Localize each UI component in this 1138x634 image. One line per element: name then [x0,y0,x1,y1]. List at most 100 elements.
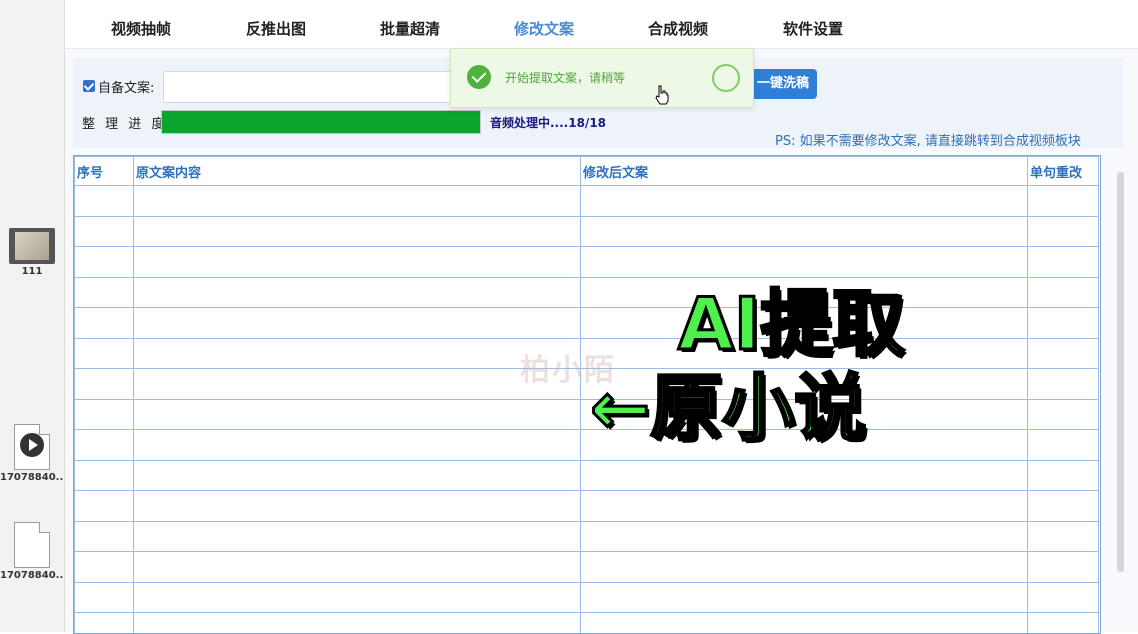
tab-compose-video[interactable]: 合成视频 [648,18,708,39]
table-cell[interactable] [75,582,134,613]
table-row[interactable] [75,521,1099,552]
table-cell[interactable] [581,186,1028,217]
own-copy-checkbox[interactable] [83,80,95,92]
table-cell[interactable] [1028,186,1099,217]
table-cell[interactable] [581,521,1028,552]
table-cell[interactable] [134,247,581,278]
table-cell[interactable] [581,552,1028,583]
progress-bar [161,110,481,134]
table-row[interactable] [75,277,1099,308]
table-cell[interactable] [581,460,1028,491]
desktop-item-media[interactable]: 17078840... [0,424,64,483]
table-cell[interactable] [581,613,1028,634]
table-cell[interactable] [134,491,581,522]
table-cell[interactable] [134,308,581,339]
table-row[interactable] [75,186,1099,217]
table-cell[interactable] [1028,491,1099,522]
table-row[interactable] [75,216,1099,247]
desktop-item-document[interactable]: 17078840... [0,522,64,581]
table-row[interactable] [75,552,1099,583]
desktop-item-label: 111 [0,266,64,277]
desktop-item-video[interactable]: 111 [0,228,64,277]
table-header-row: 序号 原文案内容 修改后文案 单句重改 [75,157,1099,186]
table-cell[interactable] [134,399,581,430]
table-cell[interactable] [75,277,134,308]
desktop-item-label: 17078840... [0,570,64,581]
table-row[interactable] [75,582,1099,613]
loading-spinner-icon [712,64,740,92]
tab-edit-copy[interactable]: 修改文案 [514,18,574,39]
table-cell[interactable] [134,582,581,613]
table-cell[interactable] [75,460,134,491]
table-cell[interactable] [75,521,134,552]
column-header-modified[interactable]: 修改后文案 [581,157,1028,186]
ps-note: PS: 如果不需要修改文案, 请直接跳转到合成视频板块 [775,130,1081,149]
table-cell[interactable] [134,613,581,634]
desktop-strip: 111 17078840... 17078840... [0,0,65,632]
column-header-index[interactable]: 序号 [75,157,134,186]
table-cell[interactable] [134,277,581,308]
table-cell[interactable] [581,582,1028,613]
media-file-icon [14,424,50,470]
table-row[interactable] [75,430,1099,461]
progress-fill [162,111,480,133]
table-cell[interactable] [1028,460,1099,491]
table-row[interactable] [75,247,1099,278]
table-cell[interactable] [75,186,134,217]
table-cell[interactable] [1028,521,1099,552]
table-cell[interactable] [581,216,1028,247]
column-header-rewrite[interactable]: 单句重改 [1028,157,1099,186]
column-header-original[interactable]: 原文案内容 [134,157,581,186]
table-cell[interactable] [1028,247,1099,278]
table-cell[interactable] [581,491,1028,522]
tab-video-frames[interactable]: 视频抽帧 [111,18,171,39]
table-cell[interactable] [1028,552,1099,583]
table-cell[interactable] [1028,216,1099,247]
table-row[interactable] [75,460,1099,491]
toast-message: 开始提取文案，请稍等 [505,69,625,86]
success-check-icon [467,65,491,89]
table-cell[interactable] [75,369,134,400]
table-cell[interactable] [134,460,581,491]
table-cell[interactable] [134,552,581,583]
table-cell[interactable] [75,338,134,369]
tab-batch-upscale[interactable]: 批量超清 [380,18,440,39]
table-cell[interactable] [134,369,581,400]
video-file-icon [9,228,55,264]
table-row[interactable] [75,613,1099,634]
table-cell[interactable] [1028,399,1099,430]
tab-bar: 视频抽帧 反推出图 批量超清 修改文案 合成视频 软件设置 [65,0,1138,49]
table-cell[interactable] [75,308,134,339]
table-cell[interactable] [1028,430,1099,461]
table-cell[interactable] [1028,369,1099,400]
table-cell[interactable] [581,247,1028,278]
table-cell[interactable] [134,338,581,369]
table-cell[interactable] [1028,338,1099,369]
table-cell[interactable] [75,247,134,278]
table-row[interactable] [75,399,1099,430]
table-cell[interactable] [134,521,581,552]
hand-cursor-icon [655,85,669,105]
table-scrollbar[interactable] [1117,172,1124,572]
table-cell[interactable] [1028,613,1099,634]
progress-status: 音频处理中....18/18 [490,114,606,131]
one-click-rewrite-button[interactable]: 一键洗稿 [749,69,817,99]
table-cell[interactable] [1028,582,1099,613]
table-cell[interactable] [134,430,581,461]
table-cell[interactable] [1028,308,1099,339]
table-cell[interactable] [75,552,134,583]
table-row[interactable] [75,491,1099,522]
table-cell[interactable] [75,430,134,461]
overlay-caption-line2: ←原小说 [590,372,866,444]
tab-settings[interactable]: 软件设置 [783,18,843,39]
desktop-item-label: 17078840... [0,472,64,483]
table-row[interactable] [75,308,1099,339]
table-cell[interactable] [75,613,134,634]
table-cell[interactable] [75,216,134,247]
table-cell[interactable] [134,186,581,217]
tab-reverse-image[interactable]: 反推出图 [246,18,306,39]
table-cell[interactable] [75,399,134,430]
table-cell[interactable] [75,491,134,522]
table-cell[interactable] [1028,277,1099,308]
table-cell[interactable] [134,216,581,247]
